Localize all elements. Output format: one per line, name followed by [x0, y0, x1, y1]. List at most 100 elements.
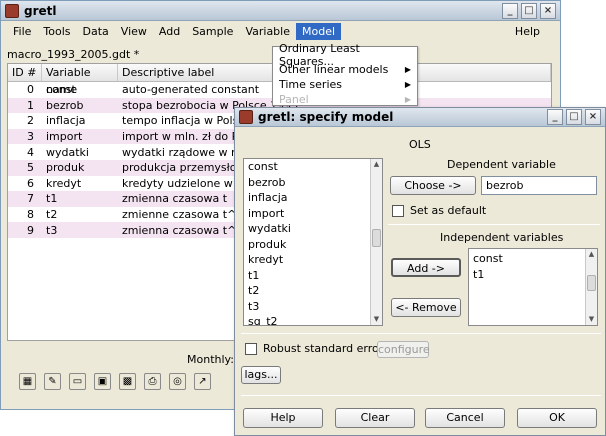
row-id: 3	[27, 130, 34, 144]
maximize-button[interactable]: □	[521, 2, 537, 19]
list-item[interactable]: kredyt	[244, 252, 382, 268]
dataset-filename: macro_1993_2005.gdt *	[7, 48, 140, 61]
list-item[interactable]: t3	[244, 299, 382, 315]
dialog-maximize-button[interactable]: □	[566, 109, 582, 125]
row-variable-name: inflacja	[46, 114, 86, 128]
choose-button[interactable]: Choose ->	[390, 176, 476, 195]
add-button[interactable]: Add ->	[391, 258, 461, 277]
column-header-id[interactable]: ID #	[8, 64, 42, 81]
model-dropdown-menu: Ordinary Least Squares... Other linear m…	[272, 42, 418, 107]
scroll-down-icon[interactable]: ▼	[586, 314, 597, 325]
independent-scrollbar[interactable]: ▲ ▼	[585, 249, 597, 325]
available-variables-list[interactable]: const bezrob inflacja import wydatki produk kr…	[243, 158, 383, 326]
list-item[interactable]: const	[469, 251, 597, 267]
list-item[interactable]: t2	[244, 283, 382, 299]
robust-errors-checkbox[interactable]	[245, 343, 257, 355]
row-id: 8	[27, 208, 34, 222]
list-item[interactable]: const	[244, 159, 382, 175]
scroll-thumb[interactable]	[587, 275, 596, 291]
menu-model[interactable]: Model	[296, 23, 342, 40]
edit-script-icon[interactable]: ✎	[44, 373, 61, 390]
row-variable-name: const	[46, 83, 76, 97]
lags-button[interactable]: lags...	[241, 366, 281, 384]
column-header-name[interactable]: Variable name	[42, 64, 118, 96]
menu-item-panel: Panel ▶	[273, 92, 417, 107]
menubar: File Tools Data View Add Sample Variable…	[1, 21, 560, 42]
clear-button[interactable]: Clear	[335, 408, 415, 428]
list-item[interactable]: sq_t2	[244, 314, 382, 325]
list-item[interactable]: produk	[244, 237, 382, 253]
calculator-icon[interactable]: ▦	[19, 373, 36, 390]
independent-variables-label: Independent variables	[440, 231, 564, 244]
submenu-arrow-icon: ▶	[404, 95, 411, 104]
set-default-label: Set as default	[410, 204, 487, 217]
menu-item-time-series[interactable]: Time series ▶	[273, 77, 417, 92]
menu-add[interactable]: Add	[153, 23, 186, 40]
gretl-app-icon	[5, 3, 19, 18]
dialog-minimize-button[interactable]: _	[547, 109, 563, 125]
dependent-variable-label: Dependent variable	[447, 158, 556, 171]
row-id: 9	[27, 223, 34, 237]
row-variable-name: t2	[46, 208, 58, 222]
help-button[interactable]: Help	[243, 408, 323, 428]
clear-button-label: Clear	[360, 411, 390, 424]
dependent-variable-field[interactable]: bezrob	[481, 176, 597, 195]
row-id: 4	[27, 145, 34, 159]
list-item[interactable]: t1	[469, 267, 597, 283]
pdf-help-icon[interactable]: ⎙	[144, 373, 161, 390]
list-item[interactable]: t1	[244, 268, 382, 284]
main-titlebar[interactable]: gretl _ □ ×	[1, 1, 560, 21]
close-button[interactable]: ×	[540, 2, 556, 19]
row-variable-name: produk	[46, 161, 85, 175]
menu-view[interactable]: View	[115, 23, 153, 40]
robust-errors-label: Robust standard errors	[263, 342, 390, 355]
minimize-button[interactable]: _	[502, 2, 518, 19]
menu-item-other-linear-models[interactable]: Other linear models ▶	[273, 62, 417, 77]
function-packages-icon[interactable]: ▩	[119, 373, 136, 390]
separator	[388, 224, 600, 225]
menu-file[interactable]: File	[7, 23, 37, 40]
scroll-down-icon[interactable]: ▼	[371, 314, 382, 325]
row-variable-name: kredyt	[46, 176, 82, 190]
menu-item-ols[interactable]: Ordinary Least Squares...	[273, 42, 417, 68]
remove-button[interactable]: <- Remove	[391, 298, 461, 317]
menu-data[interactable]: Data	[77, 23, 115, 40]
plot-icon[interactable]: ↗	[194, 373, 211, 390]
toolbar: ▦ ✎ ▭ ▣ ▩ ⎙ ◎ ↗	[19, 373, 211, 390]
estimator-label: OLS	[409, 138, 431, 151]
row-id: 2	[27, 114, 34, 128]
ok-button[interactable]: OK	[517, 408, 597, 428]
separator	[241, 333, 601, 334]
cancel-button[interactable]: Cancel	[425, 408, 505, 428]
help-button-label: Help	[270, 411, 296, 424]
independent-variables-list[interactable]: const t1 ▲ ▼	[468, 248, 598, 326]
list-item[interactable]: import	[244, 206, 382, 222]
scroll-thumb[interactable]	[372, 229, 381, 247]
cancel-button-label: Cancel	[446, 411, 484, 424]
menu-item-panel-label: Panel	[279, 93, 309, 106]
list-item[interactable]: bezrob	[244, 175, 382, 191]
variables-scrollbar[interactable]: ▲ ▼	[370, 159, 382, 325]
menu-tools[interactable]: Tools	[37, 23, 76, 40]
menu-sample[interactable]: Sample	[186, 23, 239, 40]
row-variable-name: t1	[46, 192, 58, 206]
scroll-up-icon[interactable]: ▲	[371, 159, 382, 170]
row-id: 5	[27, 161, 34, 175]
row-id: 6	[27, 176, 34, 190]
ok-button-label: OK	[549, 411, 565, 424]
dialog-close-button[interactable]: ×	[585, 109, 601, 125]
help-lifebuoy-icon[interactable]: ◎	[169, 373, 186, 390]
row-variable-name: t3	[46, 223, 58, 237]
set-default-checkbox[interactable]	[392, 205, 404, 217]
specify-model-dialog: gretl: specify model _ □ × OLS const bezr…	[234, 107, 606, 436]
menu-variable[interactable]: Variable	[239, 23, 296, 40]
menu-help[interactable]: Help	[509, 23, 546, 40]
scroll-up-icon[interactable]: ▲	[586, 249, 597, 260]
session-icon[interactable]: ▣	[94, 373, 111, 390]
list-item[interactable]: inflacja	[244, 190, 382, 206]
list-item[interactable]: wydatki	[244, 221, 382, 237]
console-icon[interactable]: ▭	[69, 373, 86, 390]
dialog-titlebar[interactable]: gretl: specify model _ □ ×	[235, 108, 605, 127]
configure-button[interactable]: configure	[377, 341, 430, 358]
row-id: 0	[27, 83, 34, 97]
